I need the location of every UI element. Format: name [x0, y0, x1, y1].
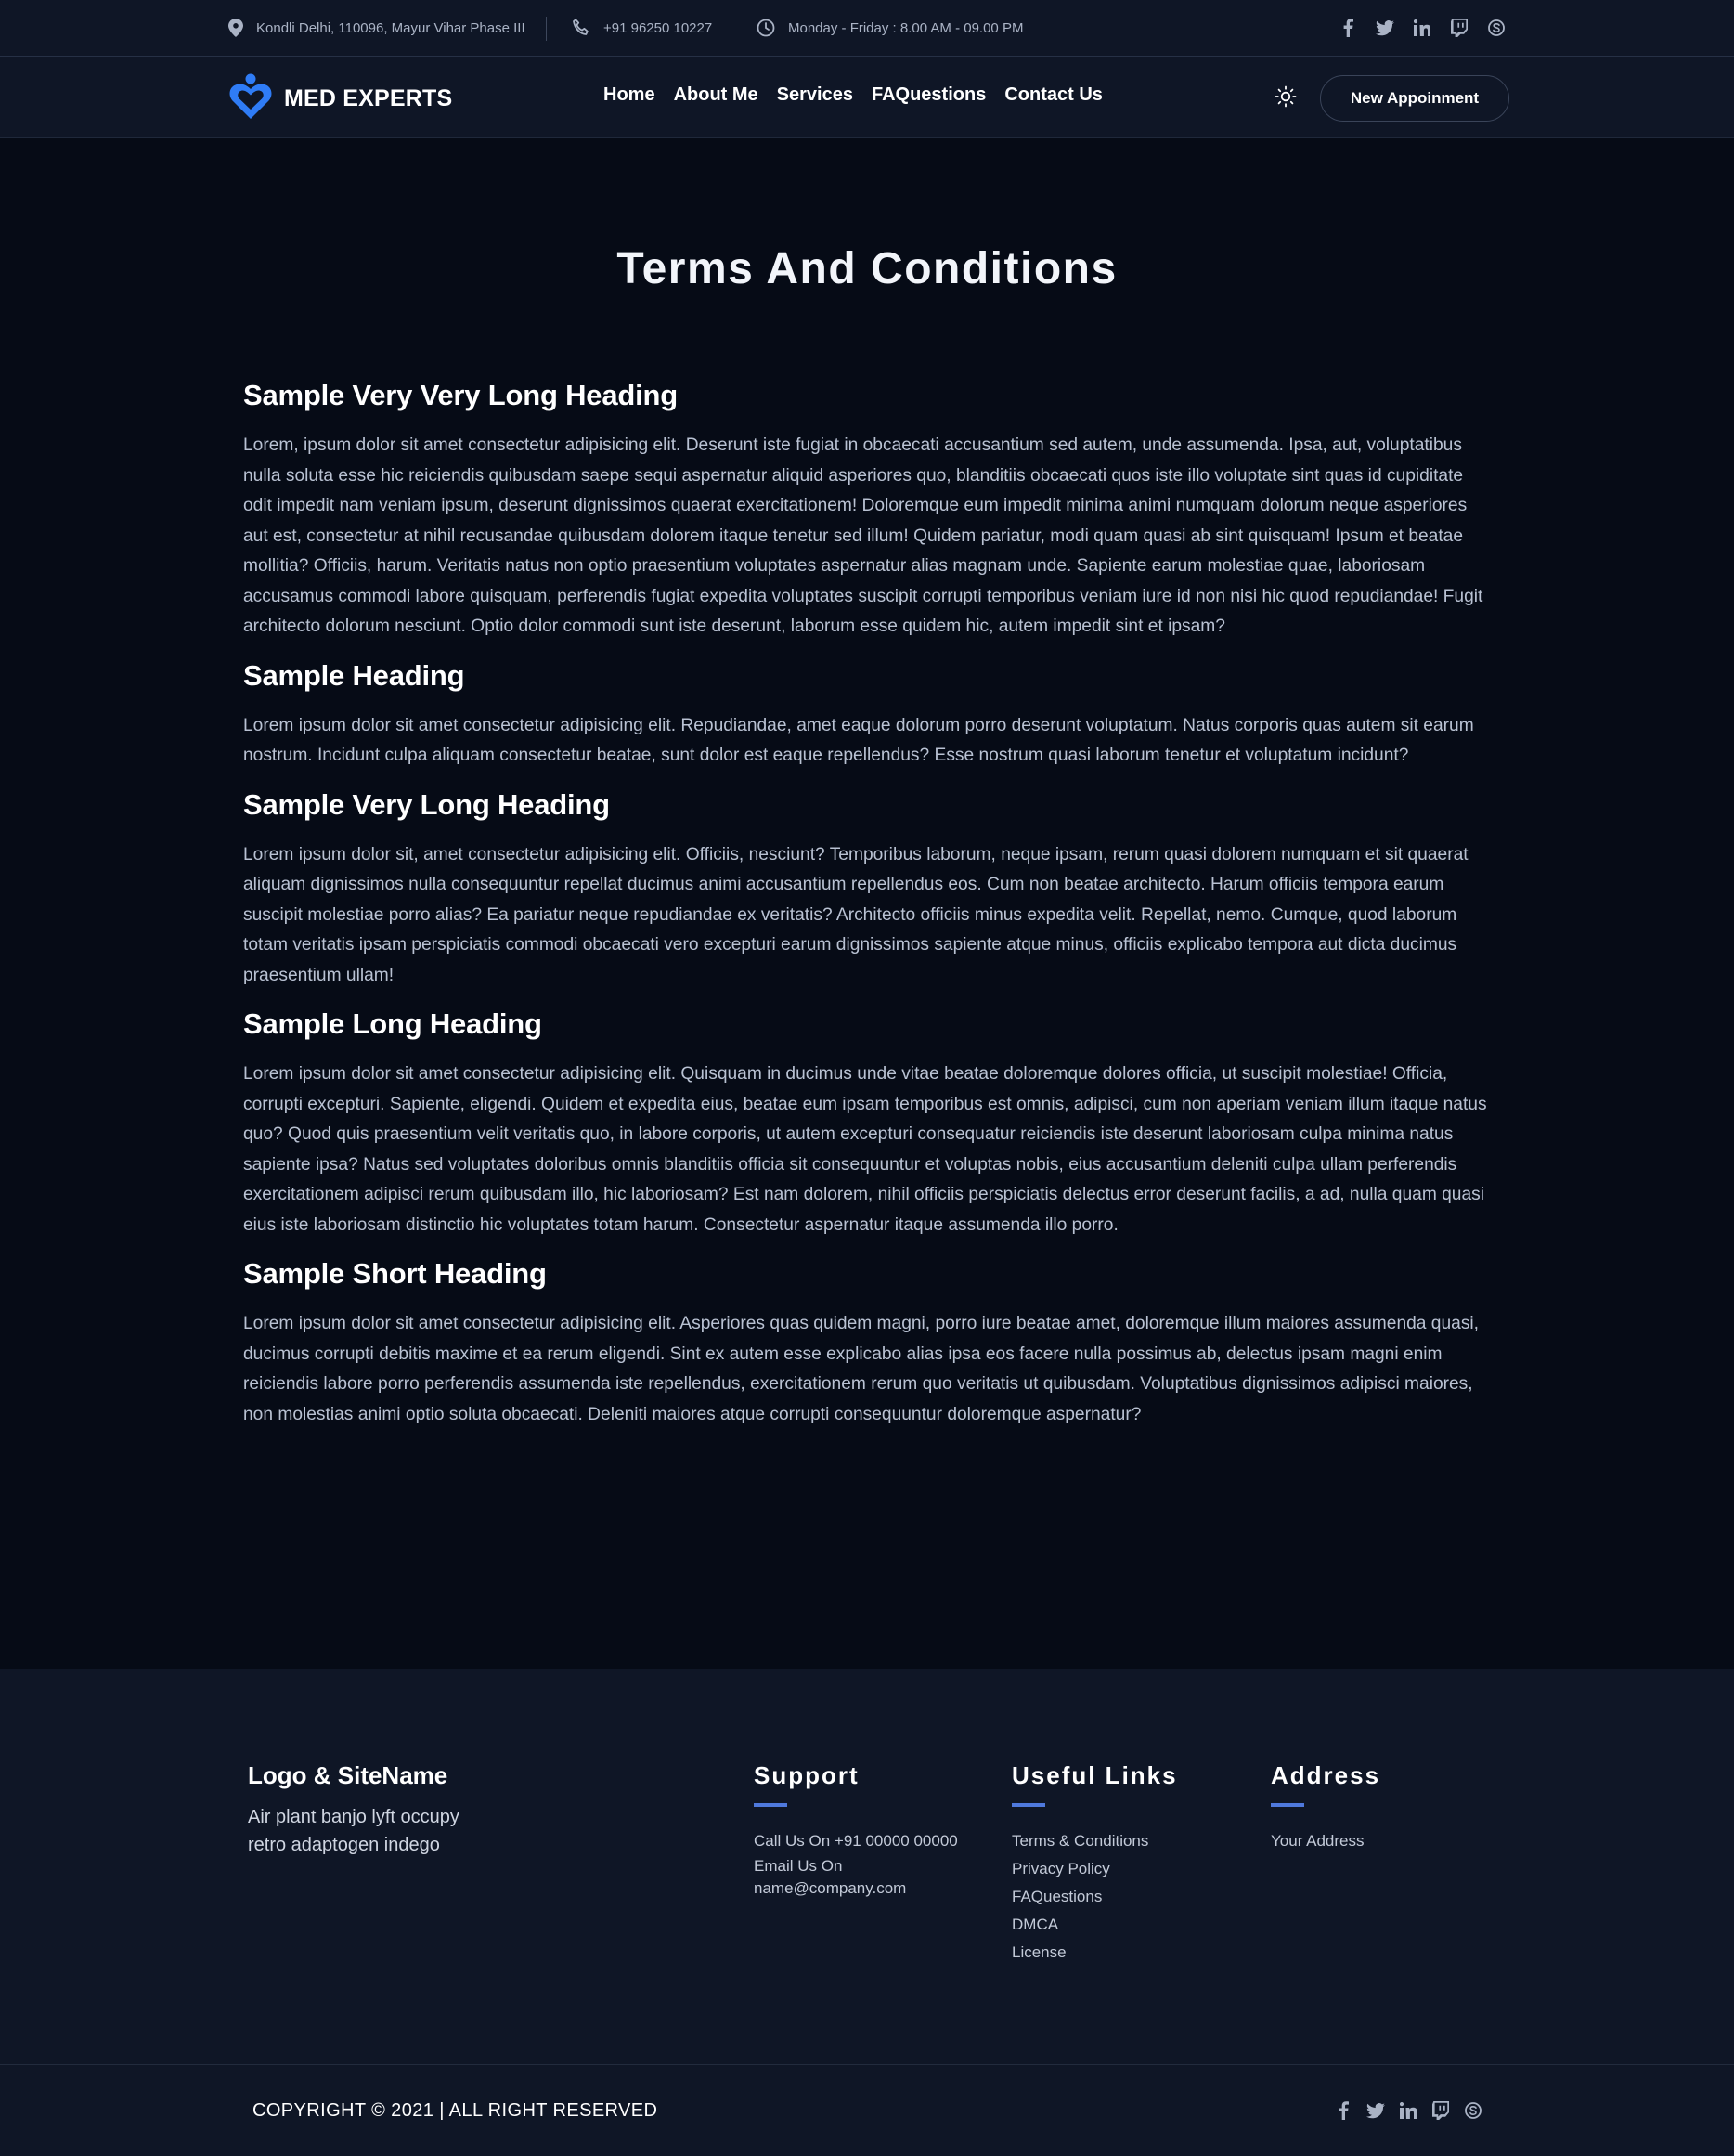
twitter-icon[interactable] [1375, 18, 1395, 38]
footer-link-dmca[interactable]: DMCA [1012, 1911, 1178, 1939]
support-call[interactable]: Call Us On +91 00000 00000 [754, 1827, 977, 1855]
page-title: Terms And Conditions [616, 244, 1118, 293]
sun-icon[interactable] [1274, 84, 1298, 109]
section-heading: Sample Long Heading [243, 1007, 542, 1040]
new-appointment-button[interactable]: New Appoinment [1320, 75, 1509, 122]
terms-section: Sample Heading Lorem ipsum dolor sit ame… [243, 659, 1491, 772]
brand[interactable]: MED EXPERTS [228, 72, 452, 125]
terms-section: Sample Very Very Long Heading Lorem, ips… [243, 379, 1491, 643]
clock-icon [757, 19, 775, 37]
heart-logo-icon [228, 72, 273, 125]
section-heading: Sample Short Heading [243, 1257, 547, 1290]
nav-link-faq[interactable]: FAQuestions [872, 84, 986, 106]
footer-link-faq[interactable]: FAQuestions [1012, 1883, 1178, 1911]
location-pin-icon [228, 19, 243, 37]
footer-address-column: Address Your Address [1271, 1761, 1380, 1855]
nav-link-services[interactable]: Services [777, 84, 853, 106]
footer-logo-column: Logo & SiteName Air plant banjo lyft occ… [248, 1761, 489, 1859]
footer-link-privacy[interactable]: Privacy Policy [1012, 1855, 1178, 1883]
hours-info: Monday - Friday : 8.00 AM - 09.00 PM [757, 0, 1023, 56]
section-body: Lorem ipsum dolor sit, amet consectetur … [243, 844, 1469, 985]
footer-description: Air plant banjo lyft occupy retro adapto… [248, 1807, 459, 1855]
section-heading: Sample Very Very Long Heading [243, 379, 678, 411]
address-info: Kondli Delhi, 110096, Mayur Vihar Phase … [228, 0, 525, 56]
section-body: Lorem ipsum dolor sit amet consectetur a… [243, 1314, 1480, 1424]
skype-icon[interactable] [1486, 18, 1507, 38]
title-underline [1012, 1803, 1045, 1807]
facebook-icon[interactable] [1338, 18, 1358, 38]
nav-link-contact[interactable]: Contact Us [1004, 84, 1103, 106]
footer-logo-title[interactable]: Logo & SiteName [248, 1761, 489, 1790]
title-underline [754, 1803, 787, 1807]
footer-support-title: Support [754, 1761, 860, 1789]
footer-support-column: Support Call Us On +91 00000 00000 Email… [754, 1761, 977, 1900]
copyright-text: COPYRIGHT © 2021 | ALL RIGHT RESERVED [252, 2100, 658, 2121]
divider [546, 17, 547, 41]
brand-name: MED EXPERTS [284, 85, 453, 111]
section-body: Lorem, ipsum dolor sit amet consectetur … [243, 435, 1483, 636]
footer-address-value: Your Address [1271, 1832, 1365, 1850]
section-body: Lorem ipsum dolor sit amet consectetur a… [243, 715, 1474, 766]
address-text: Kondli Delhi, 110096, Mayur Vihar Phase … [256, 19, 525, 36]
terms-section: Sample Short Heading Lorem ipsum dolor s… [243, 1257, 1491, 1430]
facebook-icon[interactable] [1333, 2100, 1353, 2121]
linkedin-icon[interactable] [1398, 2100, 1418, 2121]
support-email-label: Email Us On [754, 1857, 843, 1875]
twitch-icon[interactable] [1449, 18, 1469, 38]
section-heading: Sample Heading [243, 658, 465, 692]
twitch-icon[interactable] [1430, 2100, 1451, 2121]
phone-icon [572, 19, 590, 37]
twitter-icon[interactable] [1365, 2100, 1386, 2121]
nav-link-home[interactable]: Home [603, 84, 655, 106]
copyright-bar: COPYRIGHT © 2021 | ALL RIGHT RESERVED [0, 2064, 1734, 2156]
linkedin-icon[interactable] [1412, 18, 1432, 38]
main-navbar: MED EXPERTS Home About Me Services FAQue… [0, 57, 1734, 138]
section-heading: Sample Very Long Heading [243, 787, 610, 821]
footer-link-license[interactable]: License [1012, 1939, 1178, 1967]
top-social-links [1338, 18, 1507, 38]
terms-section: Sample Very Long Heading Lorem ipsum dol… [243, 788, 1491, 992]
hours-text: Monday - Friday : 8.00 AM - 09.00 PM [788, 19, 1024, 36]
nav-menu: Home About Me Services FAQuestions Conta… [603, 84, 1103, 106]
phone-info: +91 96250 10227 [572, 0, 712, 56]
footer-links-column: Useful Links Terms & Conditions Privacy … [1012, 1761, 1178, 1967]
footer-links-title: Useful Links [1012, 1761, 1178, 1789]
footer: Logo & SiteName Air plant banjo lyft occ… [0, 1669, 1734, 2064]
footer-address-title: Address [1271, 1761, 1381, 1789]
terms-content: Sample Very Very Long Heading Lorem, ips… [243, 379, 1491, 1447]
footer-link-terms[interactable]: Terms & Conditions [1012, 1827, 1178, 1855]
support-email[interactable]: name@company.com [754, 1877, 977, 1900]
skype-icon[interactable] [1463, 2100, 1483, 2121]
phone-text[interactable]: +91 96250 10227 [603, 20, 712, 36]
nav-link-about[interactable]: About Me [674, 84, 758, 106]
top-info-bar: Kondli Delhi, 110096, Mayur Vihar Phase … [0, 0, 1734, 57]
footer-social-links [1333, 2100, 1483, 2121]
title-underline [1271, 1803, 1304, 1807]
terms-section: Sample Long Heading Lorem ipsum dolor si… [243, 1007, 1491, 1240]
section-body: Lorem ipsum dolor sit amet consectetur a… [243, 1064, 1487, 1235]
